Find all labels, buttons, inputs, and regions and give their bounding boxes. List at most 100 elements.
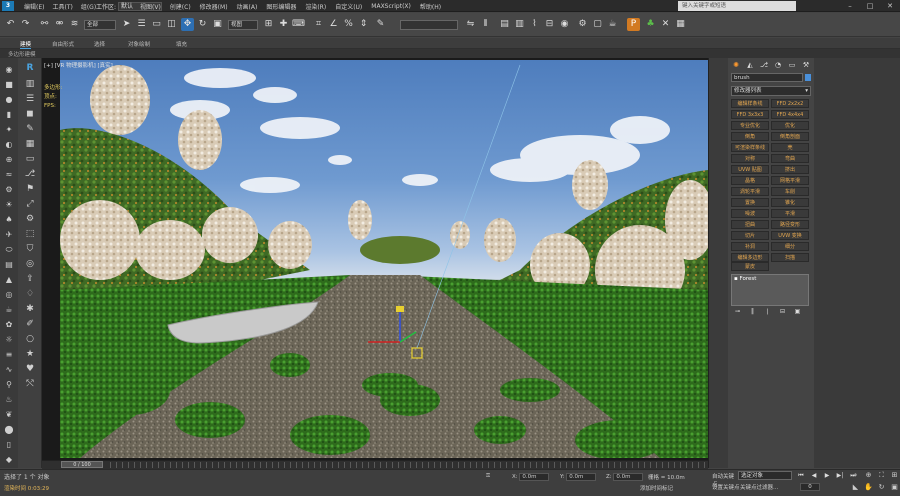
modifier-button[interactable]: 锥化 [771, 198, 809, 207]
add-time-tag[interactable]: 添加时间标记 [640, 484, 673, 492]
modifier-button[interactable]: 置换 [731, 198, 769, 207]
star-icon[interactable]: ✱ [23, 303, 37, 315]
share-icon[interactable]: ⤲ [23, 378, 37, 390]
layers-icon[interactable]: ▥ [23, 78, 37, 90]
target-icon[interactable]: ◎ [23, 258, 37, 270]
modifier-button[interactable]: 平滑 [771, 209, 809, 218]
sphere-icon[interactable]: ● [3, 94, 15, 105]
modifier-button[interactable]: 切片 [731, 231, 769, 240]
material-editor-icon[interactable]: ◉ [558, 18, 571, 31]
system-icon[interactable]: ⚙ [3, 184, 15, 195]
lock-icon[interactable]: ⚿ [486, 473, 490, 480]
modifier-button[interactable]: 网格平滑 [771, 176, 809, 185]
undo-icon[interactable]: ↶ [4, 18, 17, 31]
zoom-icon[interactable]: ⌕ [850, 470, 861, 480]
shield-icon[interactable]: ⛉ [23, 243, 37, 255]
menu-create[interactable]: 创建(C) [170, 2, 191, 11]
zoom-extents-icon[interactable]: ⛶ [876, 470, 887, 480]
select-and-move-icon[interactable]: ✥ [181, 18, 194, 31]
maximize-viewport-icon[interactable]: ▣ [889, 482, 900, 492]
helper-icon[interactable]: ⊕ [3, 154, 15, 165]
heart-icon[interactable]: ♥ [23, 363, 37, 375]
modifier-button[interactable]: 壳 [771, 143, 809, 152]
tab-selection[interactable]: 选择 [94, 40, 105, 48]
next-frame-icon[interactable]: ▶| [835, 471, 845, 480]
bind-spacewarp-icon[interactable]: ≋ [68, 18, 81, 31]
tab-object-paint[interactable]: 对象绘制 [128, 40, 150, 48]
menu-rendering[interactable]: 渲染(R) [305, 2, 326, 11]
teapot-icon[interactable]: ☕ [3, 304, 15, 315]
zoom-extents-all-icon[interactable]: ⊞ [889, 470, 900, 480]
menu-customize[interactable]: 自定义(U) [335, 2, 362, 11]
field-of-view-icon[interactable]: ◣ [850, 482, 861, 492]
stack-item[interactable]: ▪ Forest [734, 276, 756, 282]
play-icon[interactable]: ▶ [822, 471, 832, 480]
create-icon[interactable]: ◉ [3, 64, 15, 75]
angle-snap-icon[interactable]: ∠ [327, 18, 340, 31]
menu-edit[interactable]: 编辑(E) [24, 2, 44, 11]
show-end-result-icon[interactable]: ‖ [748, 308, 757, 316]
pyramid-icon[interactable]: ▲ [3, 274, 15, 285]
modifier-button[interactable]: 晶格 [731, 176, 769, 185]
go-to-start-icon[interactable]: ⏮ [796, 471, 806, 480]
select-object-icon[interactable]: ➤ [120, 18, 133, 31]
railclone-icon[interactable]: R [23, 62, 37, 74]
modifier-button[interactable]: 专业优化 [731, 121, 769, 130]
plane-icon[interactable]: ✈ [3, 229, 15, 240]
maximize-icon[interactable]: □ [860, 0, 880, 12]
tint-icon[interactable]: ♢ [23, 288, 37, 300]
reference-coordinate-dropdown[interactable]: 视图 [228, 20, 258, 30]
wave-icon[interactable]: ∿ [3, 364, 15, 375]
remove-modifier-icon[interactable]: ⊟ [778, 308, 787, 316]
spinner-snap-icon[interactable]: ⇕ [357, 18, 370, 31]
torus-icon[interactable]: ◎ [3, 289, 15, 300]
tube-icon[interactable]: ▯ [3, 439, 15, 450]
sun-icon[interactable]: ☀ [3, 199, 15, 210]
keyboard-shortcut-icon[interactable]: ⌨ [292, 18, 305, 31]
named-selection-set-dropdown[interactable] [400, 20, 458, 30]
redo-icon[interactable]: ↷ [19, 18, 32, 31]
modifier-button[interactable]: UVW 贴图 [731, 165, 769, 174]
create-tab-icon[interactable]: ✺ [730, 60, 742, 70]
snaps-toggle-icon[interactable]: ⌗ [312, 18, 325, 31]
search-input[interactable]: 键入关键字或短语 [678, 1, 796, 11]
star-filled-icon[interactable]: ★ [23, 348, 37, 360]
orbit-icon[interactable]: ↻ [876, 482, 887, 492]
menu-group[interactable]: 组(G) [81, 2, 96, 11]
rectangular-selection-icon[interactable]: ▭ [150, 18, 163, 31]
upload-icon[interactable]: ⇪ [23, 273, 37, 285]
z-value[interactable]: 0.0m [613, 473, 644, 481]
minimize-icon[interactable]: – [840, 0, 860, 12]
pan-icon[interactable]: ✋ [863, 482, 874, 492]
modifier-button[interactable]: 车削 [771, 187, 809, 196]
menu-graph-editors[interactable]: 图形编辑器 [266, 2, 296, 11]
curve-editor-icon[interactable]: ⌇ [528, 18, 541, 31]
configure-sets-icon[interactable]: ▣ [793, 308, 802, 316]
align-icon[interactable]: ⫴ [479, 18, 492, 31]
modifier-button[interactable]: 涡轮平滑 [731, 187, 769, 196]
list-icon[interactable]: ☰ [23, 93, 37, 105]
render-production-icon[interactable]: ☕ [606, 18, 619, 31]
modifier-button[interactable]: UVW 变换 [771, 231, 809, 240]
z-coordinate[interactable]: Z: 0.0m [606, 473, 644, 481]
gear-icon[interactable]: ⚙ [23, 213, 37, 225]
key-selection-dropdown[interactable]: 选定对象 [738, 471, 792, 480]
viewport-label[interactable]: [+] [VR 物理摄影机] [真实] [44, 61, 113, 69]
modifier-button[interactable]: FFD 2x2x2 [771, 99, 809, 108]
menu-maxscript[interactable]: MAXScript(X) [371, 3, 411, 10]
set-key-button[interactable]: 设置关键点 [712, 483, 740, 491]
bone-icon[interactable]: ⚲ [3, 379, 15, 390]
current-frame-field[interactable]: 0 [800, 483, 820, 491]
object-color-swatch[interactable] [805, 74, 811, 81]
tab-populate[interactable]: 填充 [176, 40, 187, 48]
tab-modeling[interactable]: 建模 [20, 40, 32, 49]
select-and-scale-icon[interactable]: ▣ [211, 18, 224, 31]
modifier-button[interactable]: 优化 [771, 121, 809, 130]
flag-icon[interactable]: ⚑ [23, 183, 37, 195]
motion-tab-icon[interactable]: ◔ [772, 60, 784, 70]
expand-icon[interactable]: ⤢ [23, 198, 37, 210]
box-select-icon[interactable]: ⬚ [23, 228, 37, 240]
tab-freeform[interactable]: 自由形式 [52, 40, 74, 48]
schematic-view-icon[interactable]: ⊟ [543, 18, 556, 31]
gem-icon[interactable]: ◆ [3, 454, 15, 465]
